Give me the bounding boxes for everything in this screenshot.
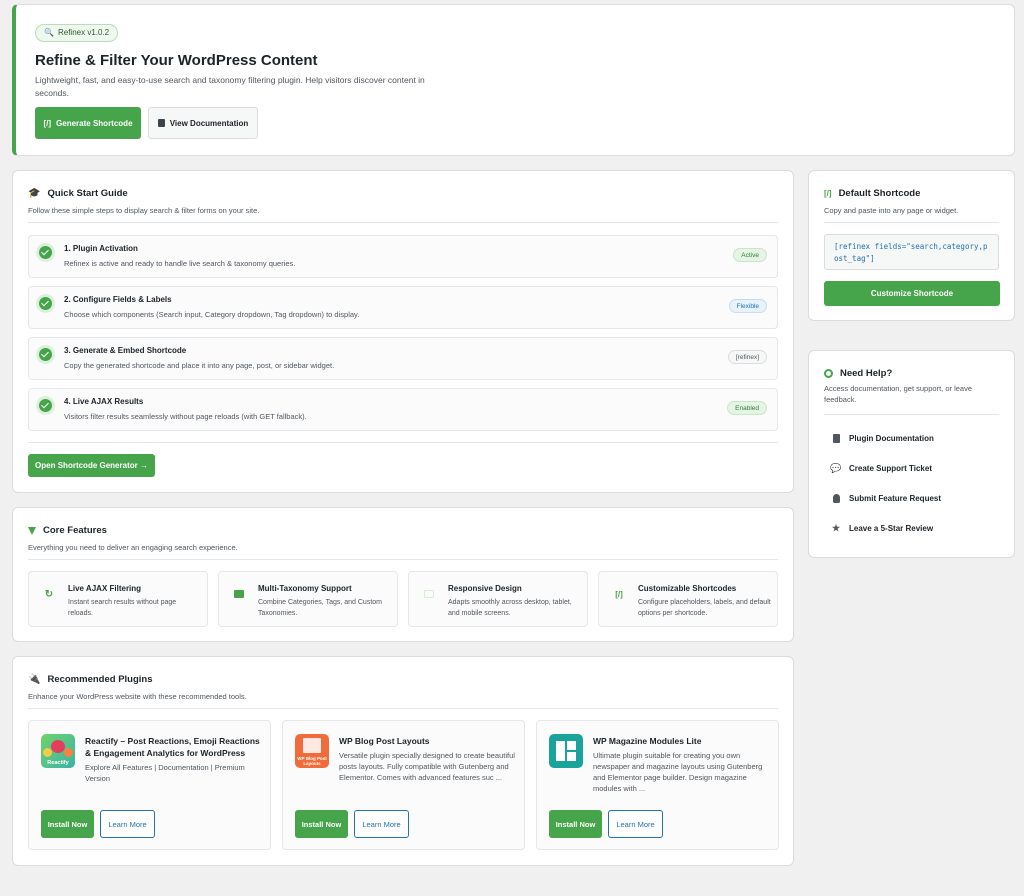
plugin-description: Explore All Features | Documentation | P… [85,763,245,783]
feature-item: [/] Customizable Shortcodes Configure pl… [598,571,778,627]
learn-more-button[interactable]: Learn More [608,810,663,838]
core-features-title: Core Features [28,525,107,536]
book-icon [157,119,165,127]
help-link-documentation[interactable]: Plugin Documentation [831,433,934,443]
help-link-support-ticket[interactable]: 💬 Create Support Ticket [830,462,932,473]
star-icon: ★ [831,522,841,533]
step-item: 3. Generate & Embed Shortcode Copy the g… [28,337,778,380]
version-badge: 🔍 Refinex v1.0.2 [35,24,119,42]
status-badge: Active [733,248,767,262]
feature-item: Multi-Taxonomy Support Combine Categorie… [218,571,398,627]
folder-icon [231,586,247,602]
chat-icon: 💬 [830,462,842,473]
default-shortcode-subtitle: Copy and paste into any page or widget. [824,206,959,215]
wp-blog-post-layouts-logo: WP Blog Post Layouts [295,734,329,768]
page-title: Refine & Filter Your WordPress Content [35,52,318,69]
divider [824,222,999,223]
default-shortcode-card: [/] Default Shortcode Copy and paste int… [808,170,1015,321]
feature-item: Responsive Design Adapts smoothly across… [408,571,588,627]
divider [28,559,778,560]
install-now-button[interactable]: Install Now [295,810,348,838]
code-icon: [/] [824,189,832,198]
plugin-card: Reactify Reactify – Post Reactions, Emoj… [28,720,271,850]
status-badge: [refinex] [727,350,767,364]
code-icon: [/] [615,589,623,599]
quick-start-title: 🎓 Quick Start Guide [28,188,128,199]
recommended-plugins-title: 🔌 Recommended Plugins [28,674,153,685]
lightbulb-icon [831,493,841,503]
install-now-button[interactable]: Install Now [549,810,602,838]
reactify-logo: Reactify [41,734,75,768]
refresh-icon: ↻ [44,588,54,600]
lifebuoy-icon [824,369,833,378]
open-shortcode-generator-button[interactable]: Open Shortcode Generator → [28,454,155,477]
hero-description: Lightweight, fast, and easy-to-use searc… [35,75,425,98]
status-badge: Flexible [728,299,767,313]
divider [28,222,778,223]
default-shortcode-title: [/] Default Shortcode [824,188,921,199]
plugin-title: WP Blog Post Layouts [339,736,430,746]
help-link-review[interactable]: ★ Leave a 5-Star Review [831,523,933,533]
customize-shortcode-button[interactable]: Customize Shortcode [824,281,1000,306]
install-now-button[interactable]: Install Now [41,810,94,838]
shortcode-code-box[interactable]: [refinex fields="search,category,post_ta… [824,234,999,270]
step-item: 1. Plugin Activation Refinex is active a… [28,235,778,278]
plugin-card: WP Blog Post Layouts WP Blog Post Layout… [282,720,525,850]
help-link-feature-request[interactable]: Submit Feature Request [831,493,941,503]
quick-start-subtitle: Follow these simple steps to display sea… [28,206,260,215]
code-icon: [/] [43,118,52,128]
plugin-title: Reactify – Post Reactions, Emoji Reactio… [85,736,260,758]
filter-icon [28,526,36,535]
step-item: 2. Configure Fields & Labels Choose whic… [28,286,778,329]
graduation-cap-icon: 🎓 [28,188,41,199]
plug-icon: 🔌 [28,674,41,685]
divider [824,414,999,415]
divider [28,442,778,443]
core-features-card: Core Features Everything you need to del… [12,507,794,642]
hero-card: 🔍 Refinex v1.0.2 Refine & Filter Your Wo… [12,4,1015,156]
need-help-title: Need Help? [824,368,892,379]
learn-more-button[interactable]: Learn More [100,810,155,838]
feature-item: ↻ Live AJAX Filtering Instant search res… [28,571,208,627]
recommended-plugins-card: 🔌 Recommended Plugins Enhance your WordP… [12,656,794,866]
quick-start-card: 🎓 Quick Start Guide Follow these simple … [12,170,794,493]
step-item: 4. Live AJAX Results Visitors filter res… [28,388,778,431]
need-help-subtitle: Access documentation, get support, or le… [824,384,973,404]
wp-magazine-modules-logo [549,734,583,768]
plugin-card: WP Magazine Modules Lite Ultimate plugin… [536,720,779,850]
generate-shortcode-button[interactable]: [/] Generate Shortcode [35,107,141,139]
learn-more-button[interactable]: Learn More [354,810,409,838]
status-badge: Enabled [727,401,767,415]
core-features-subtitle: Everything you need to deliver an engagi… [28,543,238,552]
devices-icon [421,586,437,602]
plugin-description: Ultimate plugin suitable for creating yo… [593,751,763,793]
search-icon: 🔍 [44,28,54,37]
view-documentation-button[interactable]: View Documentation [148,107,258,139]
need-help-card: Need Help? Access documentation, get sup… [808,350,1015,558]
book-icon [831,433,841,443]
plugin-description: Versatile plugin specially designed to c… [339,751,515,782]
recommended-plugins-subtitle: Enhance your WordPress website with thes… [28,692,247,701]
plugin-title: WP Magazine Modules Lite [593,736,702,746]
divider [28,708,778,709]
